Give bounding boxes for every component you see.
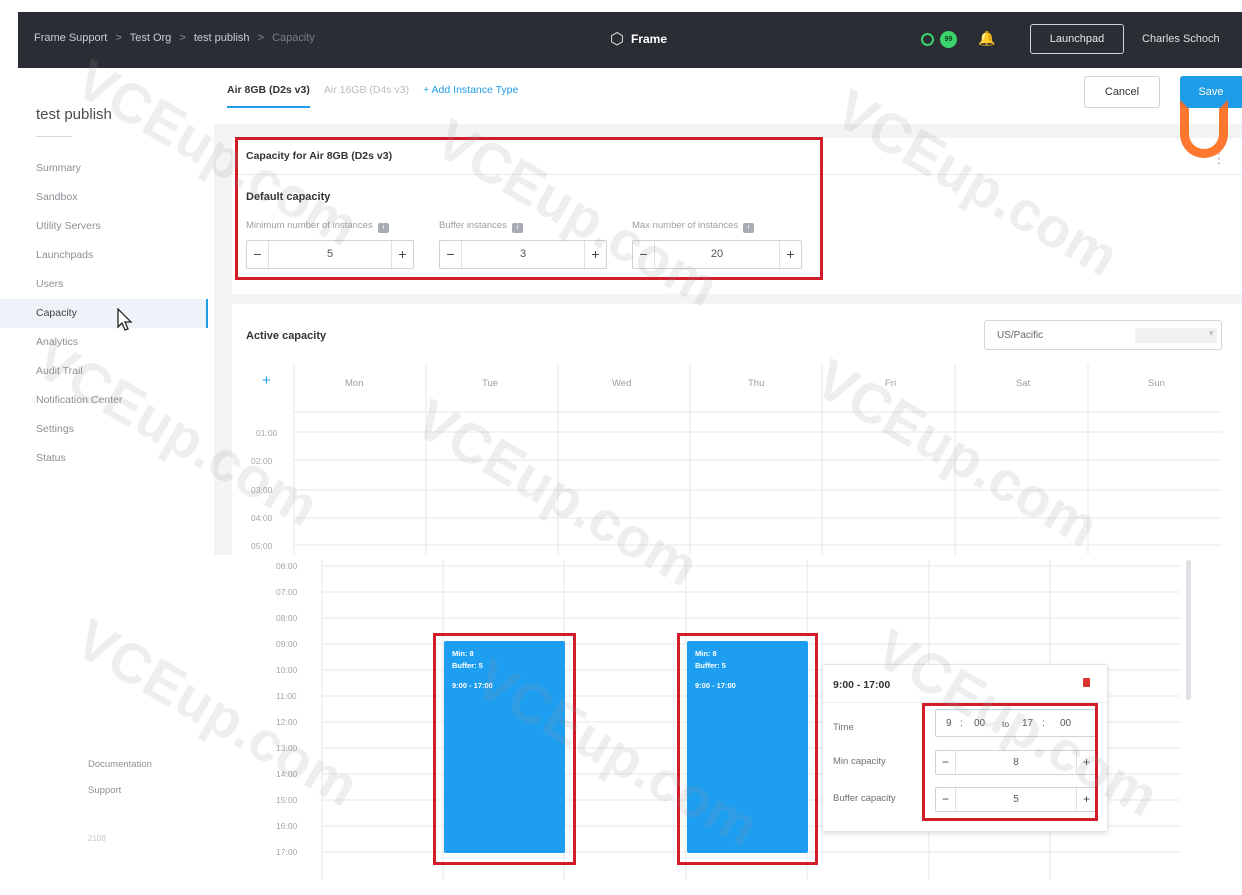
- popover-title: 9:00 - 17:00: [833, 679, 891, 691]
- hour-label: 12:00: [276, 717, 298, 727]
- hour-label: 08:00: [276, 613, 298, 623]
- highlight-box-default-capacity: [235, 137, 823, 280]
- divider: [36, 136, 72, 137]
- hour-label: 09:00: [276, 639, 298, 649]
- brand-name: Frame: [630, 32, 667, 46]
- highlight-box-thu-block: [677, 633, 818, 865]
- hour-label: 16:00: [276, 821, 298, 831]
- breadcrumb-separator: >: [257, 32, 265, 44]
- breadcrumb-current: Capacity: [272, 32, 315, 44]
- user-menu[interactable]: Charles Schoch: [1142, 33, 1220, 45]
- sidebar-item-utility-servers[interactable]: Utility Servers: [0, 212, 208, 241]
- status-ring-icon[interactable]: [921, 33, 934, 46]
- tab-air-16gb[interactable]: Air 16GB (D4s v3): [324, 84, 409, 96]
- highlight-box-tue-block: [433, 633, 576, 865]
- brand-logo[interactable]: ⬡ Frame: [610, 29, 667, 49]
- cancel-button[interactable]: Cancel: [1084, 76, 1160, 108]
- sidebar-item-settings[interactable]: Settings: [0, 415, 208, 444]
- scrollbar[interactable]: [1186, 560, 1191, 700]
- breadcrumb: Frame Support > Test Org > test publish …: [34, 32, 320, 44]
- sidebar-item-users[interactable]: Users: [0, 270, 208, 299]
- hour-label: 01:00: [256, 428, 278, 438]
- timezone-value: US/Pacific: [997, 330, 1044, 341]
- hour-label: 02:00: [251, 456, 273, 466]
- hour-label: 17:00: [276, 847, 298, 857]
- chevron-down-icon: ▾: [1209, 328, 1214, 338]
- active-capacity-heading: Active capacity: [246, 330, 327, 342]
- day-header-wed: Wed: [612, 378, 632, 389]
- add-schedule-button[interactable]: +: [262, 372, 271, 389]
- bell-icon[interactable]: 🔔: [978, 30, 995, 47]
- sidebar-item-summary[interactable]: Summary: [0, 154, 208, 183]
- highlight-box-popover-fields: [922, 703, 1098, 821]
- cube-icon: ⬡: [610, 31, 624, 48]
- hour-label: 10:00: [276, 665, 298, 675]
- day-header-sat: Sat: [1016, 378, 1031, 389]
- documentation-link[interactable]: Documentation: [88, 759, 152, 770]
- time-label: Time: [833, 722, 854, 733]
- hour-label: 13:00: [276, 743, 298, 753]
- add-instance-type-link[interactable]: + Add Instance Type: [423, 84, 518, 96]
- instance-type-tabs: Air 8GB (D2s v3) Air 16GB (D4s v3) + Add…: [227, 84, 518, 108]
- breadcrumb-separator: >: [115, 32, 122, 44]
- hour-label: 11:00: [276, 691, 297, 701]
- hour-label: 15:00: [276, 795, 298, 805]
- status-badge[interactable]: 99: [940, 31, 957, 48]
- version-label: 2108: [88, 834, 106, 843]
- sidebar-item-sandbox[interactable]: Sandbox: [0, 183, 208, 212]
- sidebar-item-audit-trail[interactable]: Audit Trail: [0, 357, 208, 386]
- sidebar-item-status[interactable]: Status: [0, 444, 208, 473]
- hour-label: 14:00: [276, 769, 298, 779]
- sidebar-item-notification-center[interactable]: Notification Center: [0, 386, 208, 415]
- support-link[interactable]: Support: [88, 785, 121, 796]
- sidebar-item-analytics[interactable]: Analytics: [0, 328, 208, 357]
- sidebar: test publish Summary Sandbox Utility Ser…: [0, 68, 208, 555]
- day-header-thu: Thu: [748, 378, 765, 389]
- breadcrumb-account[interactable]: test publish: [194, 32, 250, 44]
- day-header-tue: Tue: [482, 378, 499, 389]
- breadcrumb-org-support[interactable]: Frame Support: [34, 32, 107, 44]
- breadcrumb-separator: >: [179, 32, 186, 44]
- tab-air-8gb[interactable]: Air 8GB (D2s v3): [227, 84, 310, 108]
- watermark-logo: [1180, 100, 1228, 158]
- day-header-mon: Mon: [345, 378, 364, 389]
- timezone-select[interactable]: US/Pacific ▾: [984, 320, 1222, 350]
- top-bar: Frame Support > Test Org > test publish …: [18, 12, 1242, 68]
- trash-icon[interactable]: [1083, 678, 1090, 687]
- sidebar-item-launchpads[interactable]: Launchpads: [0, 241, 208, 270]
- min-capacity-label: Min capacity: [833, 756, 886, 767]
- hour-label: 05:00: [251, 541, 273, 551]
- mouse-cursor-icon: [117, 308, 133, 331]
- sidebar-item-capacity[interactable]: Capacity: [0, 299, 208, 328]
- hour-label: 07:00: [276, 587, 298, 597]
- hour-label: 04:00: [251, 513, 273, 523]
- buffer-capacity-label: Buffer capacity: [833, 793, 896, 804]
- breadcrumb-org[interactable]: Test Org: [130, 32, 172, 44]
- day-header-sun: Sun: [1148, 378, 1165, 389]
- day-header-fri: Fri: [885, 378, 897, 389]
- sidebar-nav: Summary Sandbox Utility Servers Launchpa…: [0, 154, 208, 473]
- hour-label: 06:00: [276, 561, 298, 571]
- app-name: test publish: [36, 106, 112, 123]
- launchpad-button[interactable]: Launchpad: [1030, 24, 1124, 54]
- hour-label: 03:00: [251, 485, 273, 495]
- timezone-hint: [1135, 328, 1217, 343]
